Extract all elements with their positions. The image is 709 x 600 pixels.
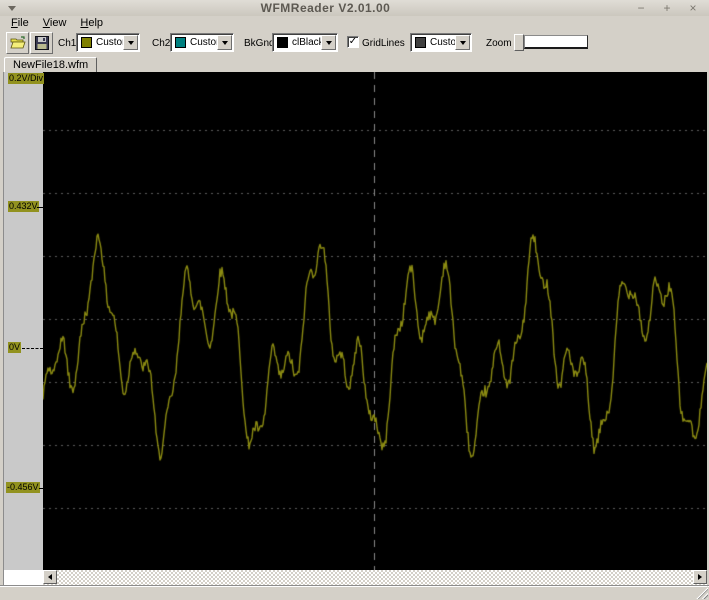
min-value-label: -0.456V [6,482,40,493]
arrow-right-icon [698,574,702,580]
gridlines-label: GridLines [362,37,405,49]
app-window: WFMReader V2.01.00 − + × File View Help [0,0,709,600]
save-floppy-icon [34,36,49,50]
maximize-button[interactable]: + [661,1,673,15]
resize-grip[interactable] [695,586,708,599]
ch1-color-combo[interactable]: Custom... [76,33,140,52]
minimize-button[interactable]: − [635,1,647,15]
toolbar: Ch1 Custom... Ch2 Custom... BkGnd clBlac… [0,30,709,56]
window-menu-icon[interactable] [8,5,16,11]
ch1-color-swatch [81,37,92,48]
bkgnd-color-combo[interactable]: clBlack [272,33,338,52]
ch1-color-value: Custom... [96,37,123,48]
save-file-button[interactable] [30,32,53,54]
tab-newfile18[interactable]: NewFile18.wfm [4,57,98,72]
axis-label-margin [4,72,43,570]
ch2-color-combo[interactable]: Custom... [170,33,234,52]
gridlines-color-combo[interactable]: Custom... [410,33,472,52]
scrollbar-corner-box [4,570,43,585]
max-tick-mark [37,207,43,208]
zoom-slider-groove[interactable] [524,35,588,49]
menu-bar: File View Help [0,16,709,30]
bkgnd-color-value: clBlack [292,37,321,48]
open-folder-icon [9,36,26,50]
scroll-right-button[interactable] [693,570,707,584]
max-value-label: 0.432V [8,201,39,212]
min-tick-mark [39,488,43,489]
bkgnd-color-swatch [277,37,288,48]
status-bar [0,585,709,600]
open-file-button[interactable] [6,32,29,54]
ch1-combo-arrow-icon[interactable] [123,35,138,50]
volts-per-div-label: 0.2V/Div [8,73,45,84]
gridlines-color-swatch [415,37,426,48]
bkgnd-label: BkGnd [244,37,275,49]
bkgnd-combo-arrow-icon[interactable] [321,35,336,50]
ch2-color-value: Custom... [190,37,217,48]
close-button[interactable]: × [687,1,699,15]
waveform-workspace: 0.2V/Div 0.432V 0V -0.456V [0,72,709,585]
ch2-color-swatch [175,37,186,48]
waveform-canvas[interactable] [43,72,707,570]
menu-help[interactable]: Help [73,17,110,29]
scroll-left-button[interactable] [43,570,57,584]
tab-bar: NewFile18.wfm [0,56,709,72]
gridlines-combo-arrow-icon[interactable] [455,35,470,50]
gridlines-color-value: Custom... [430,37,455,48]
title-bar: WFMReader V2.01.00 − + × [0,0,709,16]
check-icon: ✓ [348,36,358,47]
zero-tick-mark [22,348,43,349]
window-title: WFMReader V2.01.00 [260,1,391,15]
zero-value-label: 0V [8,342,22,353]
horizontal-scrollbar[interactable] [43,570,707,585]
ch2-label: Ch2 [152,37,171,49]
menu-view[interactable]: View [36,17,74,29]
menu-file[interactable]: File [4,17,36,29]
arrow-left-icon [48,574,52,580]
zoom-slider-thumb[interactable] [514,34,524,51]
zoom-label: Zoom [486,37,512,49]
ch2-combo-arrow-icon[interactable] [217,35,232,50]
ch1-label: Ch1 [58,37,77,49]
gridlines-checkbox[interactable]: ✓ [347,36,359,48]
